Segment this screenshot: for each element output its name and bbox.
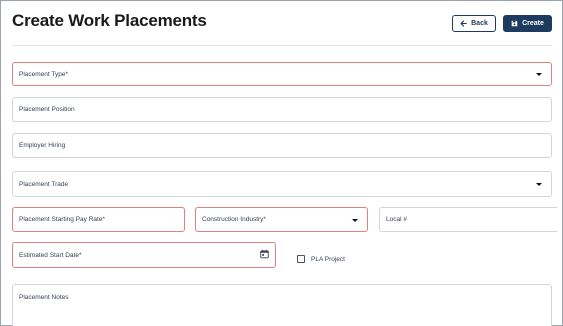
pla-project-label: PLA Project [311, 255, 345, 263]
placement-type-select[interactable]: Placement Type* [12, 62, 552, 86]
create-button[interactable]: Create [503, 15, 552, 32]
placement-trade-select[interactable]: Placement Trade [12, 171, 552, 197]
chevron-down-icon [536, 73, 542, 76]
starting-pay-rate-label: Placement Starting Pay Rate* [19, 216, 105, 223]
save-icon [511, 20, 518, 27]
pla-project-checkbox[interactable] [297, 255, 305, 263]
local-number-field[interactable]: Local # [379, 207, 557, 232]
create-button-label: Create [522, 20, 544, 27]
employer-hiring-field[interactable]: Employer Hiring [12, 133, 552, 158]
back-button[interactable]: Back [452, 15, 496, 32]
placement-notes-label: Placement Notes [19, 294, 69, 301]
page-frame: Create Work Placements Back Create Place… [0, 0, 563, 326]
placement-notes-textarea[interactable]: Placement Notes [12, 284, 552, 326]
header-divider [12, 45, 552, 46]
construction-industry-select[interactable]: Construction Industry* [195, 207, 368, 232]
placement-trade-label: Placement Trade [19, 180, 69, 188]
estimated-start-date-field[interactable]: Estimated Start Date* [12, 242, 276, 268]
chevron-down-icon [352, 218, 358, 222]
pla-project-option[interactable]: PLA Project [297, 255, 345, 263]
local-number-label: Local # [386, 216, 407, 223]
back-button-label: Back [471, 20, 488, 27]
construction-industry-label: Construction Industry* [202, 216, 266, 223]
employer-hiring-label: Employer Hiring [19, 142, 66, 149]
chevron-down-icon [536, 183, 542, 186]
placement-type-label: Placement Type* [19, 70, 69, 78]
page-title: Create Work Placements [12, 11, 207, 30]
estimated-start-date-label: Estimated Start Date* [19, 251, 82, 259]
placement-position-field[interactable]: Placement Position [12, 97, 552, 122]
placement-position-label: Placement Position [19, 106, 75, 113]
calendar-icon[interactable] [260, 249, 269, 261]
arrow-left-icon [460, 20, 467, 27]
starting-pay-rate-field[interactable]: Placement Starting Pay Rate* [12, 207, 185, 232]
